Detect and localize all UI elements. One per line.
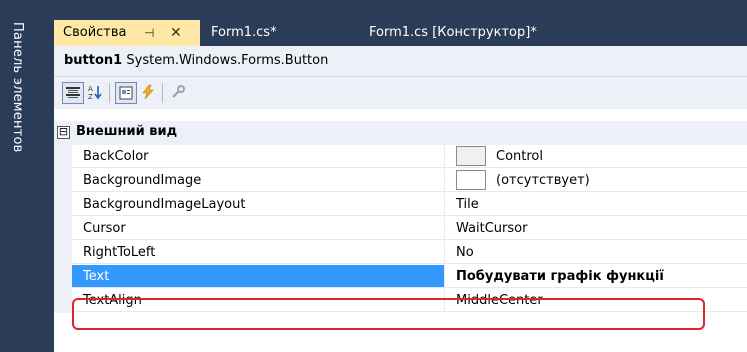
row-gutter [54, 217, 72, 241]
svg-text:Z: Z [88, 93, 93, 100]
property-row-text[interactable]: Text Побудувати графік функції [54, 265, 747, 289]
toolbox-side-panel[interactable]: Панель элементов [0, 0, 48, 352]
toolbox-label[interactable]: Панель элементов [10, 22, 25, 152]
tab-bar: Свойства ⊣ ✕ Form1.cs* Form1.cs [Констру… [54, 20, 747, 46]
property-pages-icon[interactable] [168, 82, 188, 102]
object-selector[interactable]: button1 System.Windows.Forms.Button [54, 46, 747, 77]
property-value[interactable]: WaitCursor [445, 217, 747, 240]
property-name: Text [72, 265, 445, 288]
categorized-icon[interactable] [62, 82, 84, 104]
property-name: BackgroundImage [72, 169, 445, 192]
tab-form1-cs[interactable]: Form1.cs* [211, 20, 277, 46]
toolbar-separator [162, 83, 163, 103]
row-gutter [54, 289, 72, 313]
tab-form1-designer[interactable]: Form1.cs [Конструктор]* [369, 20, 537, 46]
property-name: TextAlign [72, 289, 445, 312]
color-swatch [456, 145, 486, 166]
category-label: Внешний вид [76, 124, 178, 139]
property-name: RightToLeft [72, 241, 445, 264]
alphabetical-icon[interactable]: A Z [85, 82, 105, 102]
row-gutter [54, 241, 72, 265]
property-value[interactable]: Control [445, 145, 747, 168]
property-name: BackgroundImageLayout [72, 193, 445, 216]
close-icon[interactable]: ✕ [170, 20, 182, 46]
row-gutter [54, 145, 72, 169]
property-row-backgroundimagelayout[interactable]: BackgroundImageLayout Tile [54, 193, 747, 217]
properties-toolbar: A Z [54, 77, 747, 109]
tab-properties-label: Свойства [63, 25, 127, 40]
svg-text:A: A [88, 85, 93, 93]
property-value-text: Control [496, 149, 543, 164]
image-swatch [456, 169, 486, 190]
property-row-backgroundimage[interactable]: BackgroundImage (отсутствует) [54, 169, 747, 193]
object-type: System.Windows.Forms.Button [126, 53, 329, 68]
events-icon[interactable] [138, 82, 158, 102]
collapse-icon[interactable]: ⊟ [57, 126, 70, 139]
row-gutter [54, 193, 72, 217]
pin-icon[interactable]: ⊣ [144, 20, 154, 46]
property-value-text: (отсутствует) [496, 173, 590, 188]
object-name: button1 [64, 53, 123, 68]
tab-properties[interactable]: Свойства ⊣ ✕ [54, 20, 200, 46]
object-name-line: button1 System.Windows.Forms.Button [64, 53, 328, 68]
property-row-textalign[interactable]: TextAlign MiddleCenter [54, 289, 747, 313]
row-gutter [54, 265, 72, 289]
properties-icon[interactable] [115, 82, 137, 104]
property-name: Cursor [72, 217, 445, 240]
property-name: BackColor [72, 145, 445, 168]
property-value[interactable]: (отсутствует) [445, 169, 747, 192]
category-appearance[interactable]: ⊟ Внешний вид [54, 121, 747, 145]
property-row-cursor[interactable]: Cursor WaitCursor [54, 217, 747, 241]
property-value[interactable]: No [445, 241, 747, 264]
properties-panel: button1 System.Windows.Forms.Button A Z [54, 46, 747, 352]
property-row-righttoleft[interactable]: RightToLeft No [54, 241, 747, 265]
property-value[interactable]: Tile [445, 193, 747, 216]
row-gutter [54, 169, 72, 193]
property-row-backcolor[interactable]: BackColor Control [54, 145, 747, 169]
property-value[interactable]: Побудувати графік функції [445, 265, 747, 288]
toolbar-separator [109, 83, 110, 103]
property-value[interactable]: MiddleCenter [445, 289, 747, 312]
